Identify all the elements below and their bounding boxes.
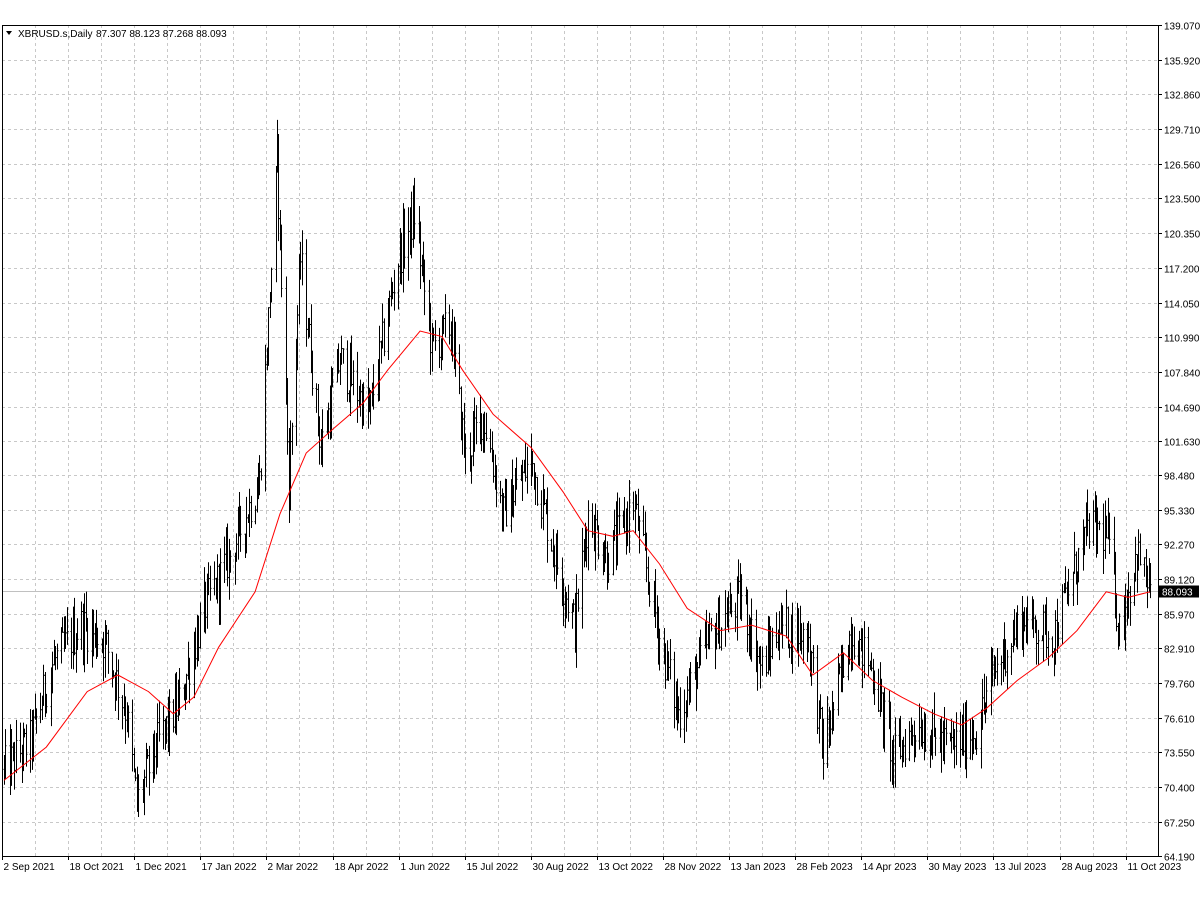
x-tick-label: 1 Jun 2022 [401,862,451,873]
chart-window[interactable]: 139.070 135.920 132.860 129.710 126.560 123.5… [0,0,1200,900]
y-tick-label: 79.760 [1164,680,1195,691]
last-price-label: 88.093 [1162,588,1193,599]
y-tick-label: 120.350 [1164,230,1200,241]
ohlc-readout: 87.307 88.123 87.268 88.093 [96,29,227,40]
y-tick-label: 76.610 [1164,715,1195,726]
y-tick-label: 101.630 [1164,438,1200,449]
x-tick-label: 13 Jul 2023 [995,862,1047,873]
x-tick-label: 15 Jul 2022 [467,862,519,873]
x-tick-label: 28 Nov 2022 [665,862,722,873]
y-tick-label: 98.480 [1164,472,1195,483]
x-tick-label: 14 Apr 2023 [863,862,917,873]
x-tick-label: 1 Dec 2021 [136,862,188,873]
y-tick-label: 114.050 [1164,300,1200,311]
y-tick-label: 104.690 [1164,404,1200,415]
y-tick-label: 129.710 [1164,126,1200,137]
price-chart[interactable]: 139.070 135.920 132.860 129.710 126.560 123.5… [0,0,1200,900]
x-tick-label: 11 Oct 2023 [1128,862,1182,873]
y-tick-label: 117.200 [1164,265,1200,276]
y-tick-label: 73.550 [1164,749,1195,760]
y-tick-label: 89.120 [1164,576,1195,587]
x-tick-label: 28 Aug 2023 [1062,862,1119,873]
y-tick-label: 95.330 [1164,507,1195,518]
x-tick-label: 17 Jan 2022 [202,862,257,873]
y-tick-label: 139.070 [1164,22,1200,33]
chart-background [0,0,1200,900]
y-tick-label: 107.840 [1164,369,1200,380]
x-tick-label: 2 Sep 2021 [4,862,56,873]
x-tick-label: 30 Aug 2022 [533,862,590,873]
y-tick-label: 110.990 [1164,334,1200,345]
y-tick-label: 135.920 [1164,57,1200,68]
x-tick-label: 13 Jan 2023 [731,862,786,873]
y-tick-label: 85.970 [1164,611,1195,622]
y-tick-label: 132.860 [1164,91,1200,102]
chart-header: XBRUSD.s,Daily 87.307 88.123 87.268 88.0… [6,29,227,40]
y-tick-label: 92.270 [1164,541,1195,552]
x-tick-label: 18 Oct 2021 [70,862,125,873]
x-tick-label: 13 Oct 2022 [599,862,654,873]
y-tick-label: 82.910 [1164,645,1195,656]
symbol-label: XBRUSD.s,Daily [18,29,92,40]
x-tick-label: 28 Feb 2023 [797,862,854,873]
y-tick-label: 67.250 [1164,819,1195,830]
y-tick-label: 123.500 [1164,195,1200,206]
y-tick-label: 70.400 [1164,784,1195,795]
y-tick-label: 126.560 [1164,161,1200,172]
x-tick-label: 30 May 2023 [929,862,987,873]
x-tick-label: 2 Mar 2022 [268,862,319,873]
x-tick-label: 18 Apr 2022 [335,862,389,873]
